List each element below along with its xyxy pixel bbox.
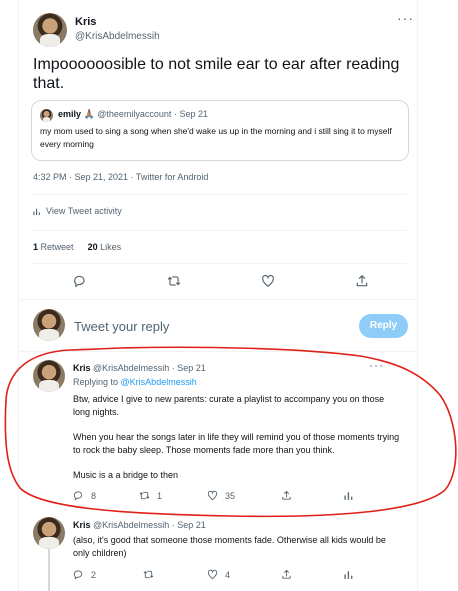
heart-icon <box>207 490 218 501</box>
likes-stat[interactable]: 20 Likes <box>88 242 122 252</box>
share-icon <box>356 274 368 287</box>
retweet-icon <box>139 491 150 500</box>
divider <box>31 194 407 195</box>
reply-share-button[interactable] <box>281 490 292 501</box>
likes-label: Likes <box>100 242 122 252</box>
quoted-tweet-text: my mom used to sing a song when she'd wa… <box>40 126 392 149</box>
tweet-stats: 1 Retweet 20 Likes <box>33 242 121 252</box>
reply-avatar[interactable] <box>33 360 65 392</box>
divider <box>31 230 407 231</box>
reply-author-handle[interactable]: @KrisAbdelmessih <box>93 520 169 530</box>
reply-like-button[interactable]: 4 <box>207 569 230 580</box>
retweets-stat[interactable]: 1 Retweet <box>33 242 74 252</box>
main-tweet-like-button[interactable] <box>261 274 275 288</box>
likes-count: 20 <box>87 242 98 252</box>
analytics-icon <box>344 571 353 579</box>
reply-retweet-button[interactable]: 1 <box>139 490 162 501</box>
quoted-tweet-avatar <box>40 109 53 122</box>
main-tweet-timestamp[interactable]: 4:32 PM · Sep 21, 2021 · Twitter for And… <box>33 172 208 182</box>
quoted-tweet-date: Sep 21 <box>179 109 208 119</box>
heart-icon <box>207 569 218 580</box>
main-tweet-share-button[interactable] <box>355 274 369 288</box>
reply-retweet-button[interactable] <box>143 569 154 580</box>
share-icon <box>282 490 291 500</box>
reply-like-button[interactable]: 35 <box>207 490 235 501</box>
replying-to-prefix: Replying to <box>73 377 119 387</box>
quoted-tweet[interactable]: emily 🙏🏽 @theemilyaccount · Sep 21 my mo… <box>31 100 409 161</box>
reply-avatar[interactable] <box>33 517 65 549</box>
main-tweet-more-icon[interactable]: ··· <box>397 10 414 26</box>
reply-text-paragraph: Music is a a bridge to then <box>73 470 179 480</box>
main-tweet-author-name[interactable]: Kris <box>75 16 96 28</box>
replying-to: Replying to @KrisAbdelmessih <box>73 377 197 387</box>
retweets-label: Retweet <box>40 242 74 252</box>
reply-reply-button[interactable]: 8 <box>73 490 96 501</box>
view-tweet-activity-label: View Tweet activity <box>46 206 122 216</box>
reply-icon <box>74 275 85 288</box>
reply-text: (also, it's good that someone those mome… <box>73 535 386 558</box>
retweets-count: 1 <box>33 242 39 252</box>
divider <box>19 351 417 352</box>
quoted-tweet-separator: · <box>173 109 177 119</box>
like-count: 4 <box>225 569 231 580</box>
reply-header: Kris @KrisAbdelmessih · Sep 21 <box>73 520 206 530</box>
divider <box>19 299 417 300</box>
retweet-icon <box>143 570 154 579</box>
reply-composer-input[interactable]: Tweet your reply <box>74 319 169 334</box>
reply-count: 8 <box>91 490 97 501</box>
replying-to-handle[interactable]: @KrisAbdelmessih <box>121 377 197 387</box>
quoted-tweet-author-name: emily 🙏🏽 <box>58 109 95 119</box>
reply-author-handle[interactable]: @KrisAbdelmessih <box>93 363 169 373</box>
share-icon <box>282 569 291 579</box>
reply-text-paragraph: Btw, advice I give to new parents: curat… <box>73 394 385 417</box>
analytics-icon <box>344 492 353 500</box>
main-tweet-reply-button[interactable] <box>73 274 87 288</box>
composer-avatar <box>33 309 65 341</box>
reply-icon <box>73 491 83 501</box>
view-tweet-activity[interactable]: View Tweet activity <box>33 206 122 216</box>
reply-reply-button[interactable]: 2 <box>73 569 96 580</box>
reply-separator: · <box>171 520 175 530</box>
quoted-tweet-header: emily 🙏🏽 @theemilyaccount · Sep 21 <box>58 109 208 120</box>
main-tweet-retweet-button[interactable] <box>167 274 181 288</box>
analytics-icon <box>33 208 40 215</box>
main-tweet-text: Impoooooosible to not smile ear to ear a… <box>33 56 400 92</box>
retweet-count: 1 <box>157 490 163 501</box>
reply-submit-button[interactable]: Reply <box>359 314 408 338</box>
reply-share-button[interactable] <box>281 569 292 580</box>
heart-icon <box>262 274 274 287</box>
divider <box>31 263 407 264</box>
reply-more-icon[interactable]: ··· <box>369 358 384 372</box>
quoted-tweet-author-handle: @theemilyaccount <box>97 109 172 119</box>
reply-author-name[interactable]: Kris <box>73 363 91 373</box>
retweet-icon <box>167 276 181 286</box>
reply-separator: · <box>171 363 175 373</box>
thread-connector-line <box>48 545 50 591</box>
reply-text-paragraph: When you hear the songs later in life th… <box>73 432 400 455</box>
main-tweet-avatar[interactable] <box>33 13 67 47</box>
reply-analytics-button[interactable] <box>344 490 355 501</box>
tweet-thread-column: Kris @KrisAbdelmessih ··· Impoooooosible… <box>18 0 418 591</box>
reply-author-name[interactable]: Kris <box>73 520 91 530</box>
like-count: 35 <box>225 490 236 501</box>
reply-date[interactable]: Sep 21 <box>177 520 206 530</box>
reply-header: Kris @KrisAbdelmessih · Sep 21 <box>73 363 206 373</box>
main-tweet-author-handle[interactable]: @KrisAbdelmessih <box>75 31 160 42</box>
reply-count: 2 <box>91 569 97 580</box>
reply-icon <box>73 570 83 580</box>
reply-analytics-button[interactable] <box>344 569 355 580</box>
reply-date[interactable]: Sep 21 <box>177 363 206 373</box>
